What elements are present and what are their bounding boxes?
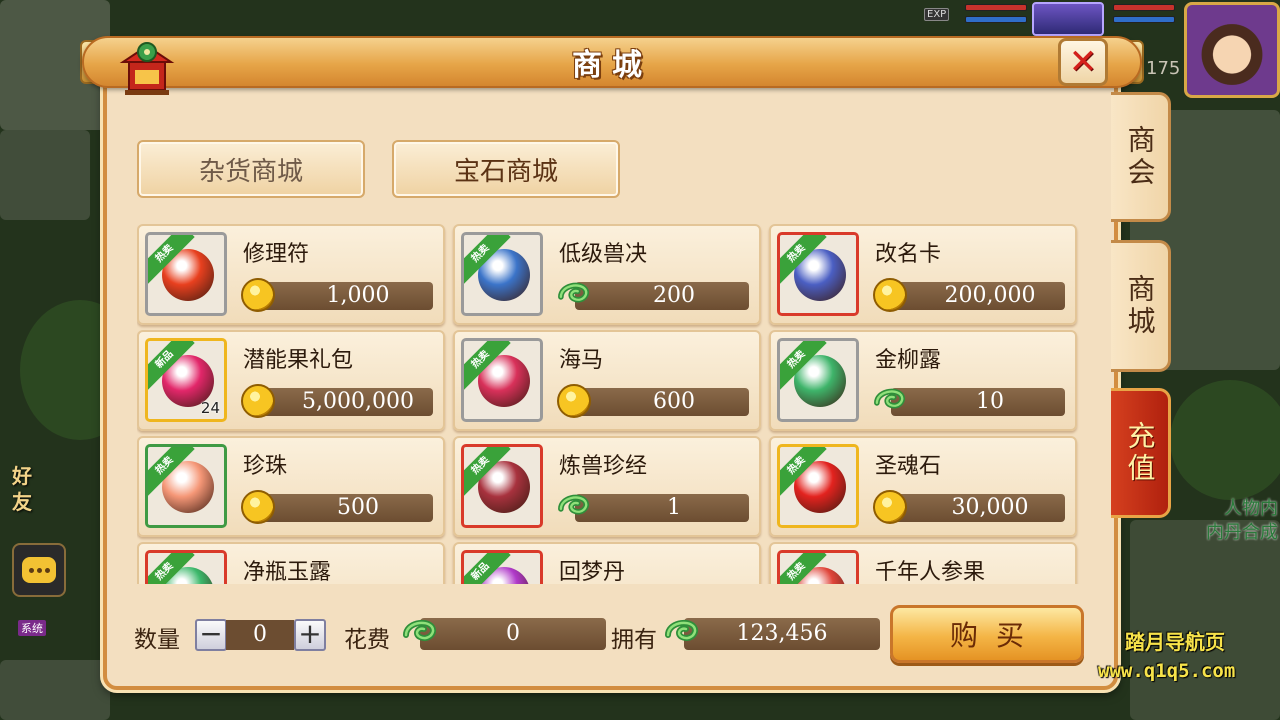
background-stone — [0, 130, 90, 220]
item-name: 珍珠 — [243, 454, 288, 479]
item-card[interactable]: 热卖 海马 600 — [453, 330, 761, 431]
quantity-label: 数量 — [134, 627, 180, 653]
item-name: 金柳露 — [875, 348, 942, 373]
chat-icon — [22, 557, 56, 583]
gold-coin-icon — [873, 278, 907, 312]
side-tab-shop[interactable]: 商城 — [1111, 240, 1171, 372]
item-icon: 热卖 — [145, 550, 227, 584]
background-stone — [0, 660, 110, 720]
item-icon: 热卖 — [777, 444, 859, 528]
item-name: 改名卡 — [875, 242, 942, 267]
watermark-url: www.q1q5.com — [1098, 660, 1236, 682]
item-price: 500 — [259, 494, 433, 522]
item-card[interactable]: 新品 24 潜能果礼包 5,000,000 — [137, 330, 445, 431]
cost-value: 0 — [420, 618, 606, 650]
quantity-plus-button[interactable]: + — [294, 619, 326, 651]
system-tag: 系统 — [18, 620, 46, 636]
item-card[interactable]: 热卖 千年人参果 — [769, 542, 1077, 584]
item-name: 修理符 — [243, 242, 310, 267]
gold-coin-icon — [241, 490, 275, 524]
close-button[interactable]: ✕ — [1058, 38, 1108, 86]
player-avatar[interactable] — [1184, 2, 1280, 98]
side-tab-guild[interactable]: 商会 — [1111, 92, 1171, 222]
page-title: 商城 — [572, 48, 652, 83]
item-name: 回梦丹 — [559, 560, 626, 584]
item-icon: 热卖 — [461, 444, 543, 528]
item-icon: 热卖 — [461, 338, 543, 422]
hp-bar — [965, 4, 1027, 11]
gold-coin-icon — [241, 384, 275, 418]
pet-avatar[interactable] — [1032, 2, 1104, 36]
item-grid: 热卖 修理符 1,000 热卖 低级兽决 200 热卖 改名卡 200,000 新品 24 潜能果礼包… — [137, 224, 1082, 584]
friends-label: 友 — [12, 490, 32, 514]
item-price: 30,000 — [891, 494, 1065, 522]
chat-button[interactable] — [12, 543, 66, 597]
item-card[interactable]: 热卖 炼兽珍经 1 — [453, 436, 761, 537]
hp-bar — [1113, 4, 1175, 11]
owned-label: 拥有 — [611, 627, 657, 653]
shop-stall-icon — [119, 42, 175, 95]
jade-icon — [874, 388, 905, 409]
item-icon: 热卖 — [777, 232, 859, 316]
jade-icon — [558, 494, 589, 515]
item-icon: 热卖 — [777, 338, 859, 422]
item-card[interactable]: 热卖 净瓶玉露 — [137, 542, 445, 584]
item-price: 1 — [575, 494, 749, 522]
item-name: 海马 — [559, 348, 604, 373]
close-icon: ✕ — [1068, 42, 1098, 82]
quantity-field[interactable]: 0 — [226, 620, 294, 650]
item-name: 炼兽珍经 — [559, 454, 648, 479]
side-tab-recharge[interactable]: 充值 — [1111, 388, 1171, 518]
side-hint: 人物内 — [1224, 498, 1278, 519]
mp-bar — [965, 16, 1027, 23]
title-bar: 商城 — [82, 36, 1142, 88]
item-icon: 新品 — [461, 550, 543, 584]
background-stone — [1130, 520, 1280, 720]
item-price: 10 — [891, 388, 1065, 416]
item-name: 千年人参果 — [875, 560, 986, 584]
cost-label: 花费 — [344, 627, 390, 653]
buy-button[interactable]: 购买 — [890, 605, 1084, 663]
item-icon: 热卖 — [145, 444, 227, 528]
tab-general-store[interactable]: 杂货商城 — [137, 140, 365, 198]
item-price: 5,000,000 — [259, 388, 433, 416]
tab-gem-store[interactable]: 宝石商城 — [392, 140, 620, 198]
item-name: 低级兽决 — [559, 242, 648, 267]
quantity-minus-button[interactable]: − — [195, 619, 227, 651]
item-card[interactable]: 新品 回梦丹 — [453, 542, 761, 584]
mp-bar — [1113, 16, 1175, 23]
item-price: 600 — [575, 388, 749, 416]
watermark-title: 踏月导航页 — [1125, 630, 1225, 654]
background-tree — [1170, 380, 1280, 500]
item-card[interactable]: 热卖 改名卡 200,000 — [769, 224, 1077, 325]
gold-coin-icon — [557, 384, 591, 418]
item-name: 圣魂石 — [875, 454, 942, 479]
item-card[interactable]: 热卖 金柳露 10 — [769, 330, 1077, 431]
exp-label: EXP — [924, 8, 950, 21]
item-icon: 热卖 — [145, 232, 227, 316]
item-card[interactable]: 热卖 修理符 1,000 — [137, 224, 445, 325]
player-level: 175 — [1146, 58, 1181, 79]
item-icon: 热卖 — [777, 550, 859, 584]
item-count: 24 — [200, 399, 220, 417]
item-card[interactable]: 热卖 低级兽决 200 — [453, 224, 761, 325]
item-name: 潜能果礼包 — [243, 348, 354, 373]
owned-value: 123,456 — [684, 618, 880, 650]
item-price: 200,000 — [891, 282, 1065, 310]
side-hint: 内丹合成 — [1206, 522, 1278, 543]
item-name: 净瓶玉露 — [243, 560, 332, 584]
friends-label: 好 — [12, 464, 32, 488]
gold-coin-icon — [241, 278, 275, 312]
item-icon: 新品 24 — [145, 338, 227, 422]
item-card[interactable]: 热卖 珍珠 500 — [137, 436, 445, 537]
item-card[interactable]: 热卖 圣魂石 30,000 — [769, 436, 1077, 537]
gold-coin-icon — [873, 490, 907, 524]
item-icon: 热卖 — [461, 232, 543, 316]
jade-icon — [403, 619, 436, 641]
jade-icon — [558, 282, 589, 303]
item-price: 200 — [575, 282, 749, 310]
jade-icon — [665, 619, 698, 641]
item-price: 1,000 — [259, 282, 433, 310]
